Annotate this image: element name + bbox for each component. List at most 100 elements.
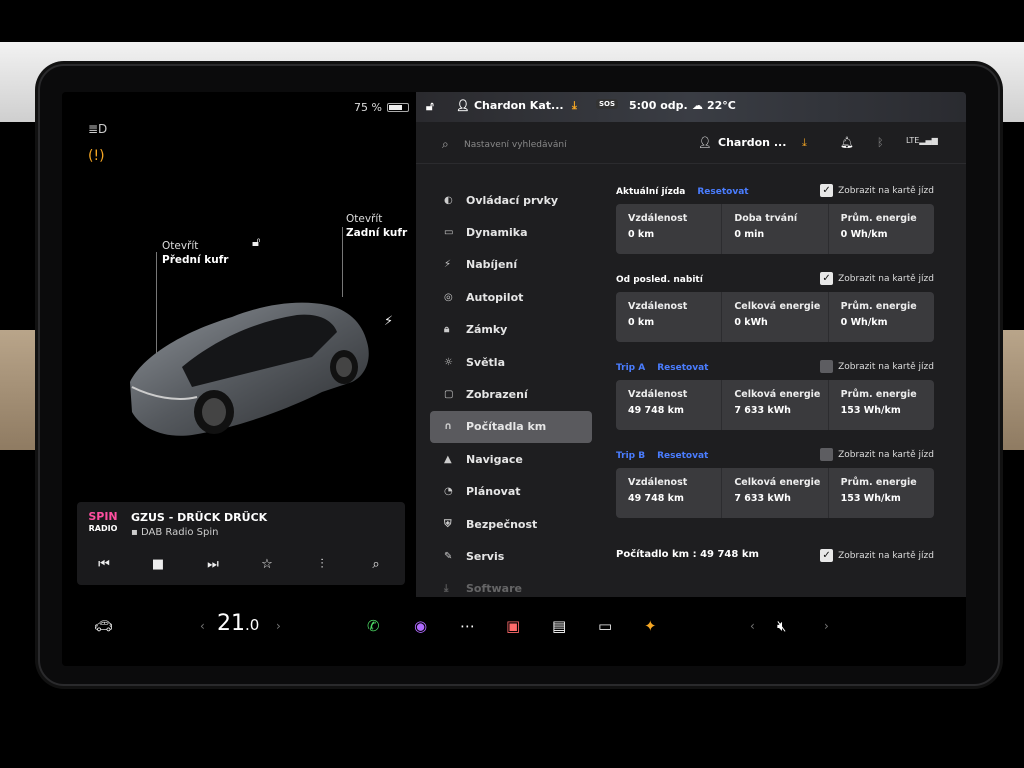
show-on-trip-card-checkbox[interactable]: Zobrazit na kartě jízd — [820, 360, 934, 373]
battery-indicator: 75 % — [354, 101, 409, 114]
nav-item-7[interactable]: ∩ Počítadla km — [430, 410, 592, 444]
checkbox-unchecked-icon — [820, 360, 834, 373]
nav-item-label: Zámky — [466, 323, 508, 337]
mute-icon[interactable]: 🔇︎ — [777, 617, 786, 635]
nav-item-1[interactable]: ▭ Dynamika — [430, 216, 592, 248]
nav-item-label: Počítadla km — [466, 420, 547, 434]
trunk-name: Zadní kufr — [346, 227, 408, 239]
stat-label: Prům. energie — [840, 477, 917, 488]
temp-down-chevron-icon[interactable]: ‹ — [200, 619, 205, 633]
checkbox-checked-icon: ✓ — [820, 549, 834, 562]
reset-button[interactable]: Resetovat — [657, 363, 708, 373]
reset-button[interactable]: Resetovat — [657, 451, 708, 461]
stat-cell: Prům. energie 153 Wh/km — [829, 468, 934, 518]
battery-percent: 75 % — [354, 101, 382, 114]
bolt-icon: ⚡︎ — [444, 259, 452, 271]
dashcam-icon[interactable]: ▣ — [506, 617, 520, 635]
volume-down-chevron-icon[interactable]: ‹ — [750, 619, 755, 633]
stat-label: Prům. energie — [840, 213, 917, 224]
nav-item-8[interactable]: ▲ Navigace — [430, 443, 592, 475]
odometer-show-checkbox[interactable]: ✓ Zobrazit na kartě jízd — [820, 549, 934, 562]
show-on-trip-card-checkbox[interactable]: ✓ Zobrazit na kartě jízd — [820, 184, 934, 197]
download-icon: ⤓ — [444, 583, 449, 595]
bottom-dock: 🚗︎ ‹ 21.0 › ✆ ◉ ⋯ ▣ ▤ ▭ ✦ ‹ 🔇︎ › — [62, 597, 966, 666]
stat-value: 153 Wh/km — [840, 405, 901, 416]
equalizer-icon[interactable]: ⫶ — [310, 557, 334, 572]
search-icon: ⌕ — [442, 137, 449, 151]
stat-cell: Doba trvání 0 min — [722, 204, 829, 254]
spin-radio-logo: SPIN RADIO — [88, 510, 118, 533]
stat-cell: Vzdálenost 0 km — [616, 292, 723, 342]
show-on-trip-card-checkbox[interactable]: ✓ Zobrazit na kartě jízd — [820, 272, 934, 285]
open-frunk-button[interactable]: Otevřít Přední kufr — [162, 239, 228, 267]
cabin-temperature[interactable]: 21.0 — [217, 611, 259, 636]
nav-item-label: Navigace — [466, 452, 523, 466]
stop-button[interactable]: ■ — [146, 557, 170, 572]
stat-value: 0 Wh/km — [840, 229, 888, 240]
nav-item-6[interactable]: ▢ Zobrazení — [430, 378, 592, 410]
notification-bell-icon[interactable]: 🔔︎ — [840, 136, 854, 149]
stat-value: 0 min — [734, 229, 765, 240]
stat-cell: Vzdálenost 49 748 km — [616, 468, 723, 518]
settings-search-input[interactable] — [464, 135, 664, 155]
nav-item-5[interactable]: ☼ Světla — [430, 346, 592, 378]
toggle-icon: ◐ — [444, 194, 453, 206]
sos-button[interactable]: SOS — [596, 99, 619, 109]
nav-item-9[interactable]: ◔ Plánovat — [430, 476, 592, 508]
lte-signal-icon: LTE▂▄▆ — [906, 136, 938, 145]
nav-item-label: Světla — [466, 355, 506, 369]
next-track-button[interactable]: ⏭︎ — [201, 557, 225, 572]
nav-item-0[interactable]: ◐ Ovládací prvky — [430, 184, 592, 216]
software-update-icon[interactable]: ⤓ — [802, 136, 807, 150]
profile-name: Chardon Kat... — [473, 99, 564, 112]
charge-port-icon[interactable]: ⚡︎ — [384, 314, 393, 329]
car-icon[interactable]: 🚗︎ — [94, 617, 113, 635]
lock-icon: 🔒︎ — [444, 324, 450, 336]
nav-item-label: Servis — [466, 549, 505, 563]
previous-track-button[interactable]: ⏮︎ — [92, 557, 116, 572]
section-title: Trip B — [616, 451, 646, 461]
stat-value: 153 Wh/km — [840, 493, 901, 504]
stat-value: 49 748 km — [628, 405, 684, 416]
car-panel: ≣D (!) 75 % Otevřít Přední kufr Otevřít … — [62, 92, 416, 597]
nav-item-11[interactable]: ✎ Servis — [430, 540, 592, 572]
profile-short-name[interactable]: Chardon ... — [718, 136, 786, 149]
unlock-icon[interactable]: 🔓︎ — [252, 235, 260, 250]
toybox-icon[interactable]: ✦ — [644, 617, 657, 635]
more-apps-icon[interactable]: ⋯ — [460, 617, 475, 635]
stat-label: Vzdálenost — [628, 389, 688, 400]
favorite-star-icon[interactable]: ☆ — [255, 557, 279, 572]
checkbox-checked-icon: ✓ — [820, 184, 834, 197]
calendar-icon[interactable]: ▤ — [552, 617, 566, 635]
nav-item-label: Nabíjení — [466, 258, 518, 272]
nav-item-label: Zobrazení — [466, 388, 528, 402]
open-trunk-button[interactable]: Otevřít Zadní kufr — [346, 212, 407, 240]
profile-icon[interactable]: 👤︎ — [698, 136, 712, 149]
reset-button[interactable]: Resetovat — [697, 187, 748, 197]
stat-cell: Prům. energie 153 Wh/km — [829, 380, 934, 430]
download-icon[interactable]: ⤓ — [572, 99, 577, 113]
stat-value: 0 km — [628, 317, 655, 328]
section-header: Aktuální jízda Resetovat ✓ Zobrazit na kart… — [616, 184, 934, 200]
volume-up-chevron-icon[interactable]: › — [824, 619, 829, 633]
temp-up-chevron-icon[interactable]: › — [276, 619, 281, 633]
nav-item-3[interactable]: ◎ Autopilot — [430, 281, 592, 313]
lock-status-icon[interactable]: 🔓︎ — [426, 99, 434, 114]
show-on-trip-card-checkbox[interactable]: Zobrazit na kartě jízd — [820, 448, 934, 461]
stat-cell: Vzdálenost 49 748 km — [616, 380, 723, 430]
section-title: Trip A — [616, 363, 646, 373]
notes-icon[interactable]: ▭ — [598, 617, 612, 635]
stat-value: 0 Wh/km — [840, 317, 888, 328]
camera-app-icon[interactable]: ◉ — [414, 617, 427, 635]
steering-wheel-icon: ◎ — [444, 291, 453, 303]
stat-label: Prům. energie — [840, 301, 917, 312]
nav-item-2[interactable]: ⚡︎ Nabíjení — [430, 249, 592, 281]
media-search-icon[interactable]: ⌕ — [364, 557, 388, 572]
nav-item-10[interactable]: ⛨ Bezpečnost — [430, 508, 592, 540]
nav-item-label: Autopilot — [466, 290, 524, 304]
navigation-icon: ▲ — [444, 453, 452, 465]
profile-menu[interactable]: 👤︎ Chardon Kat... — [456, 99, 564, 112]
nav-item-4[interactable]: 🔒︎ Zámky — [430, 314, 592, 346]
bluetooth-icon[interactable]: ᛒ — [877, 136, 884, 149]
phone-icon[interactable]: ✆ — [367, 617, 380, 635]
